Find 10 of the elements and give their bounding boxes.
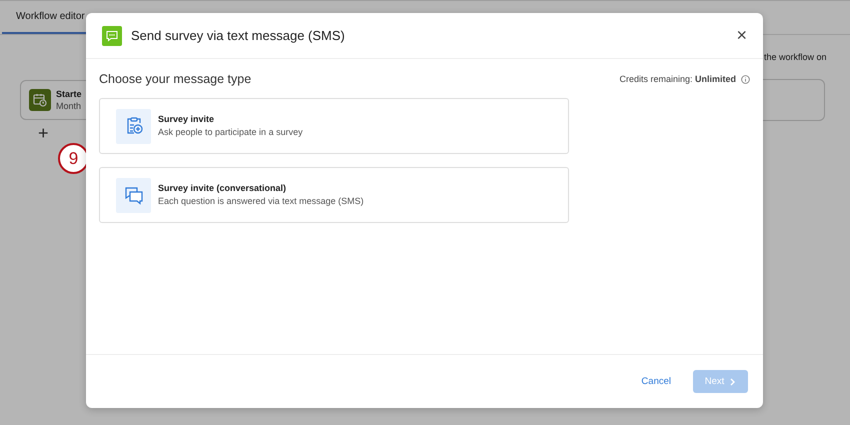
step-marker: 9 bbox=[58, 143, 89, 174]
task-title: Starte bbox=[56, 88, 82, 100]
credits-remaining: Credits remaining: Unlimited bbox=[619, 74, 736, 84]
option-title: Survey invite bbox=[158, 113, 216, 126]
option-title: Survey invite (conversational) bbox=[158, 182, 288, 195]
option-description: Each question is answered via text message (SMS) bbox=[158, 195, 364, 208]
workflow-description: the workflow on bbox=[764, 52, 827, 62]
task-subtitle: Month bbox=[56, 100, 82, 112]
dialog-title: Send survey via text message (SMS) bbox=[131, 28, 346, 43]
option-description: Ask people to participate in a survey bbox=[158, 126, 303, 139]
